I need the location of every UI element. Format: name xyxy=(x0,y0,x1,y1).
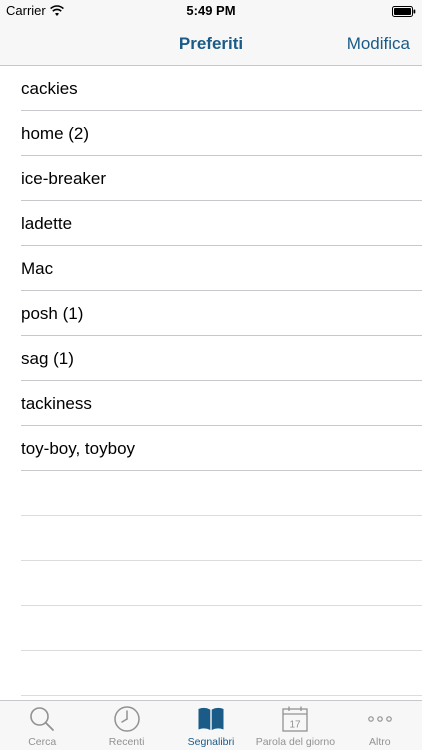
empty-row xyxy=(0,516,422,561)
list-item[interactable]: posh (1) xyxy=(0,291,422,336)
clock-icon xyxy=(113,706,140,732)
tab-bookmarks[interactable]: Segnalibri xyxy=(169,701,253,750)
tab-recent[interactable]: Recenti xyxy=(84,701,168,750)
list-item[interactable]: ladette xyxy=(0,201,422,246)
tab-label: Parola del giorno xyxy=(255,736,336,748)
status-time: 5:49 PM xyxy=(186,3,236,18)
empty-row xyxy=(0,606,422,651)
tab-bar: Cerca Recenti Segnalibri 17 Parola del g… xyxy=(0,700,422,750)
battery-icon xyxy=(392,5,416,17)
tab-label: Segnalibri xyxy=(187,736,235,748)
status-bar: Carrier 5:49 PM xyxy=(0,0,422,22)
tab-word-of-the-day[interactable]: 17 Parola del giorno xyxy=(253,701,337,750)
tab-more[interactable]: Altro xyxy=(338,701,422,750)
edit-button[interactable]: Modifica xyxy=(347,34,410,54)
tab-label: Altro xyxy=(369,736,391,748)
calendar-day: 17 xyxy=(290,720,302,731)
navigation-bar: Preferiti Modifica xyxy=(0,22,422,66)
list-item[interactable]: home (2) xyxy=(0,111,422,156)
tab-search[interactable]: Cerca xyxy=(0,701,84,750)
favorites-list: cackies home (2) ice-breaker ladette Mac… xyxy=(0,66,422,696)
tab-label: Cerca xyxy=(28,736,57,748)
list-item[interactable]: ice-breaker xyxy=(0,156,422,201)
more-icon xyxy=(368,716,392,722)
list-item[interactable]: toy-boy, toyboy xyxy=(0,426,422,471)
list-item[interactable]: sag (1) xyxy=(0,336,422,381)
list-item[interactable]: cackies xyxy=(0,66,422,111)
list-item[interactable]: tackiness xyxy=(0,381,422,426)
book-icon xyxy=(198,707,224,730)
empty-row xyxy=(0,651,422,696)
empty-row xyxy=(0,561,422,606)
tab-label: Recenti xyxy=(108,736,145,748)
calendar-icon: 17 xyxy=(282,706,309,732)
list-item[interactable]: Mac xyxy=(0,246,422,291)
empty-row xyxy=(0,471,422,516)
search-icon xyxy=(30,707,55,731)
